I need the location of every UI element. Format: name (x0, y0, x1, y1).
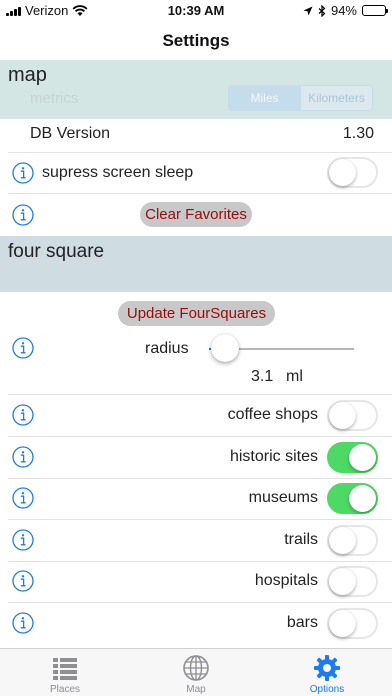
tab-map-label: Map (186, 684, 206, 695)
category-row: bars (0, 603, 392, 644)
db-version-label: DB Version (30, 125, 111, 142)
category-label: historic sites (229, 448, 318, 465)
category-row: trails (0, 520, 392, 561)
tab-places[interactable]: Places (0, 649, 130, 696)
page-title: Settings (162, 31, 230, 50)
status-right: 94% (303, 3, 388, 18)
screen-sleep-label: supress screen sleep (42, 164, 194, 181)
category-row: historic sites (0, 437, 392, 478)
update-foursquares-button[interactable]: Update FourSquares (118, 301, 275, 326)
tab-places-label: Places (49, 684, 80, 695)
screen-sleep-toggle[interactable] (327, 157, 378, 188)
category-row: hospitals (0, 561, 392, 602)
info-icon[interactable] (12, 529, 34, 551)
radius-value: 3.1 (251, 368, 274, 385)
category-toggle[interactable] (327, 608, 378, 639)
clear-favorites-button[interactable]: Clear Favorites (140, 202, 252, 227)
category-toggle[interactable] (327, 525, 378, 556)
segment-kilometers[interactable]: Kilometers (300, 86, 372, 110)
db-version-value: 1.30 (342, 125, 374, 142)
info-icon[interactable] (12, 162, 34, 184)
category-label: bars (286, 614, 318, 631)
info-icon[interactable] (12, 204, 34, 226)
list-icon (53, 658, 77, 680)
segment-miles[interactable]: Miles (229, 86, 300, 110)
info-icon[interactable] (12, 337, 34, 359)
battery-percent: 94% (330, 3, 357, 18)
info-icon[interactable] (12, 612, 34, 634)
globe-icon (183, 655, 209, 681)
radius-label: radius (145, 340, 189, 357)
category-label: hospitals (254, 572, 318, 589)
category-label: trails (284, 531, 318, 548)
category-row: museums (0, 478, 392, 519)
info-icon[interactable] (12, 446, 34, 468)
tab-options-label: Options (309, 684, 345, 695)
category-toggle[interactable] (327, 566, 378, 597)
tab-map[interactable]: Map (131, 649, 261, 696)
gear-icon (314, 655, 340, 681)
radius-row: radius 3.1 ml (0, 330, 392, 394)
info-icon[interactable] (12, 487, 34, 509)
category-toggle[interactable] (327, 400, 378, 431)
tab-bar: Places Map Options (0, 648, 392, 696)
category-toggle[interactable] (327, 442, 378, 473)
info-icon[interactable] (12, 570, 34, 592)
clear-favorites-row: Clear Favorites (0, 194, 392, 236)
db-version-row: DB Version 1.30 (0, 119, 392, 152)
category-label: coffee shops (227, 406, 318, 423)
category-toggle[interactable] (327, 483, 378, 514)
radius-unit: ml (286, 368, 303, 385)
status-bar: Verizon 10:39 AM 94% (0, 0, 392, 22)
info-icon[interactable] (12, 404, 34, 426)
battery-icon (362, 5, 388, 16)
metrics-label: metrics (30, 90, 79, 107)
bluetooth-icon (318, 4, 326, 17)
category-row: coffee shops (0, 395, 392, 436)
radius-slider-thumb[interactable] (211, 334, 239, 362)
map-section-title: map (8, 64, 47, 86)
distance-unit-segmented-control[interactable]: Miles Kilometers (228, 85, 373, 111)
foursquare-section-title: four square (8, 241, 105, 262)
tab-options[interactable]: Options (262, 649, 392, 696)
screen-sleep-row: supress screen sleep (0, 153, 392, 193)
foursquare-section-header: four square (0, 236, 392, 292)
category-label: museums (248, 489, 318, 506)
location-arrow-icon (303, 6, 313, 15)
